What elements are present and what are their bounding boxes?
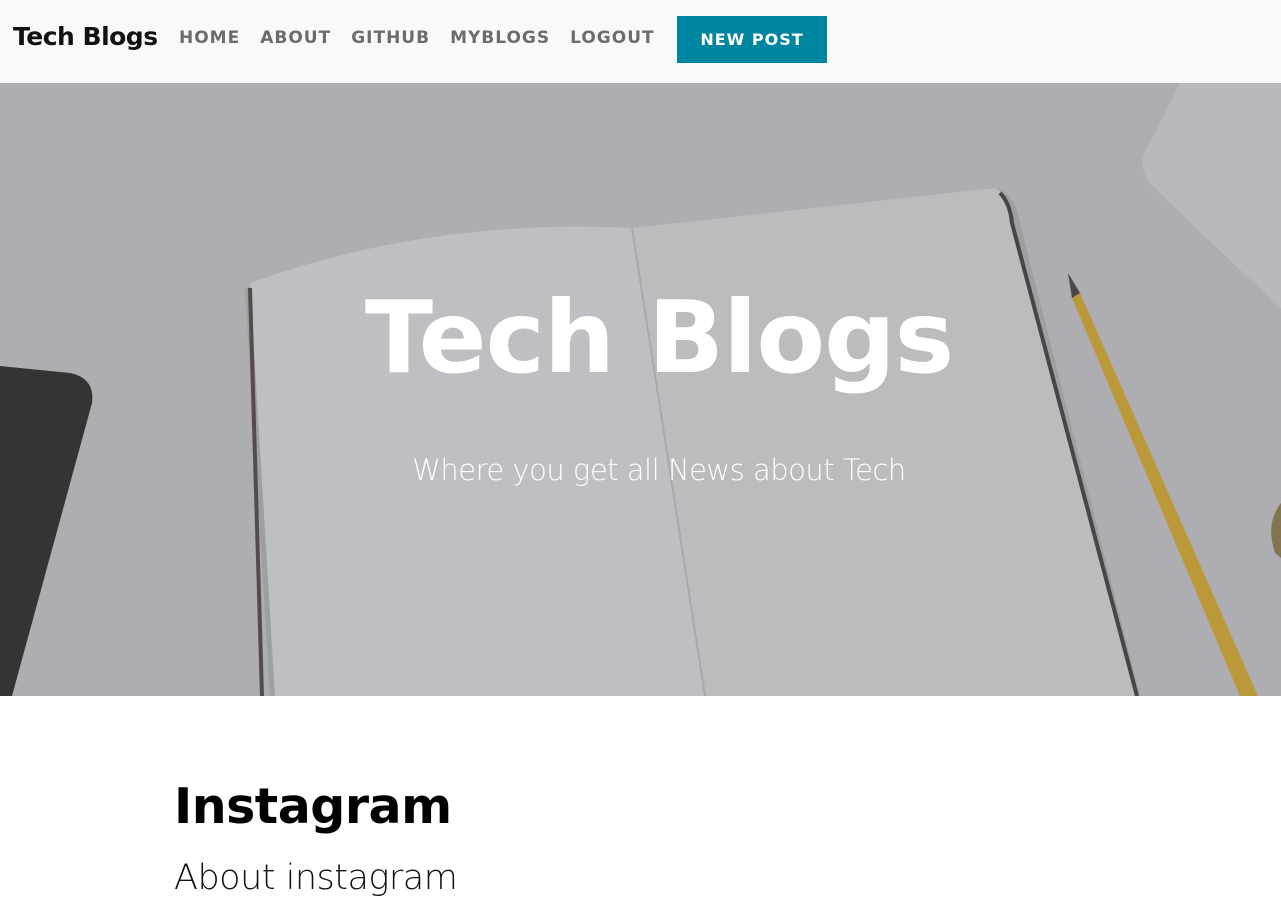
hero-subtitle: Where you get all News about Tech — [412, 453, 906, 487]
hero-title: Tech Blogs — [364, 279, 954, 396]
post-title-link[interactable]: Instagram — [174, 778, 452, 835]
hero-header: Tech Blogs Where you get all News about … — [0, 83, 1281, 696]
navbar: Tech Blogs HOME ABOUT GITHUB MYBLOGS LOG… — [0, 0, 1281, 83]
navbar-brand[interactable]: Tech Blogs — [13, 22, 158, 51]
nav-links: HOME ABOUT GITHUB MYBLOGS LOGOUT — [179, 28, 675, 48]
post-subtitle: About instagram — [174, 858, 458, 898]
nav-link-about[interactable]: ABOUT — [260, 28, 331, 48]
nav-link-logout[interactable]: LOGOUT — [570, 28, 654, 48]
new-post-button[interactable]: NEW POST — [677, 16, 827, 63]
nav-link-github[interactable]: GITHUB — [351, 28, 430, 48]
nav-link-home[interactable]: HOME — [179, 28, 240, 48]
nav-link-myblogs[interactable]: MYBLOGS — [450, 28, 550, 48]
